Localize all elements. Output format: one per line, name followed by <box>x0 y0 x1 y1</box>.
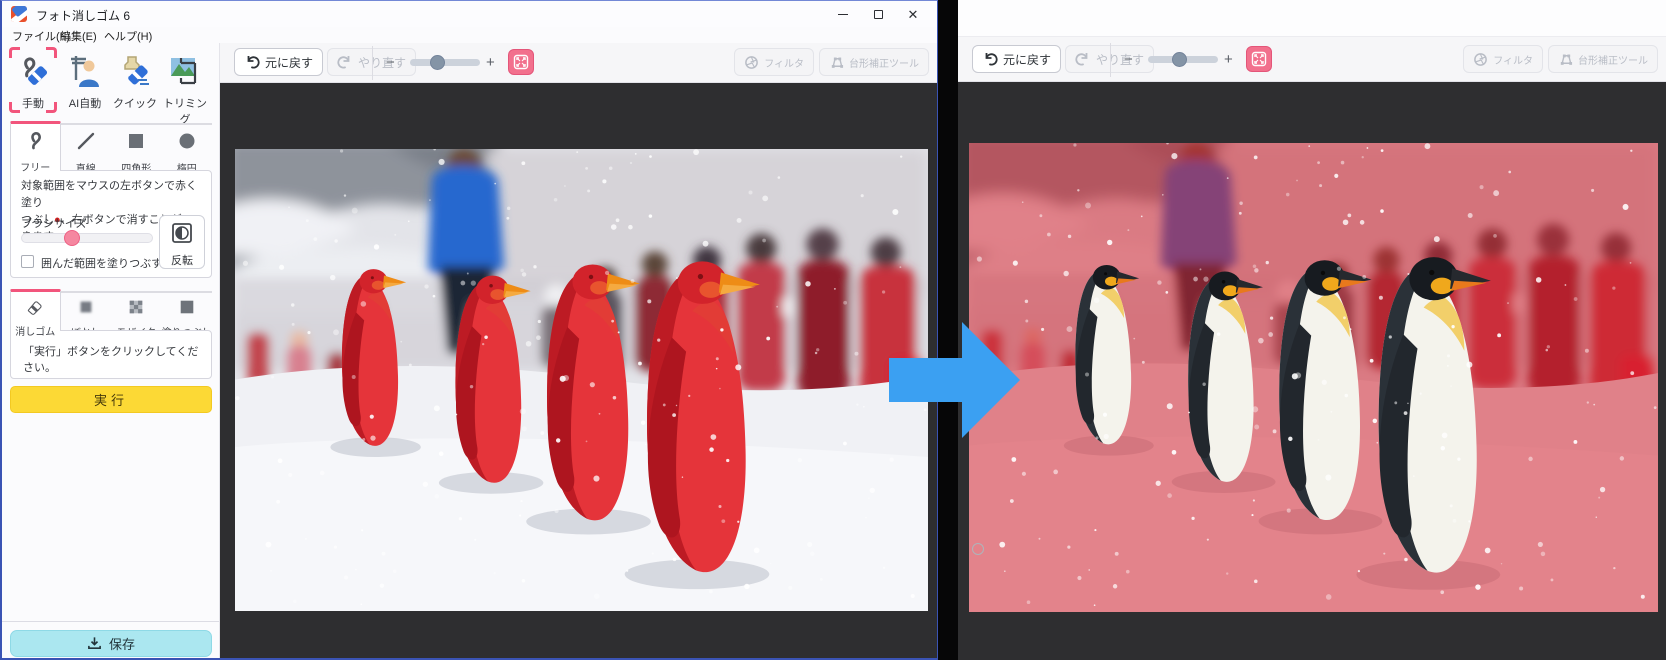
canvas-before[interactable] <box>220 83 937 658</box>
effect-tabs: 消しゴム ぼかし モザイク 塗りつぶし <box>10 289 212 331</box>
redo-icon <box>1075 51 1091 67</box>
fill-enclosed-label: 囲んだ範囲を塗りつぶす <box>41 255 162 271</box>
shape-tabs: フリー 直線 四角形 楕円 <box>10 121 212 171</box>
line-icon <box>76 130 96 152</box>
toolbar-divider <box>1110 43 1111 77</box>
rectangle-icon <box>126 130 146 152</box>
title-bar: フォト消しゴム 6 ✕ <box>2 1 937 27</box>
close-icon: ✕ <box>908 8 919 21</box>
zoom-out-button[interactable]: − <box>386 55 395 71</box>
brush-size-label: ブラシサイズ <box>21 215 86 231</box>
free-draw-icon <box>25 129 45 151</box>
ai-auto-icon <box>68 54 102 88</box>
undo-icon <box>982 51 998 67</box>
selection-corner <box>9 47 20 58</box>
keystone-tool-button[interactable]: 台形補正ツール <box>819 48 929 76</box>
tab-eraser[interactable]: 消しゴム <box>10 289 61 331</box>
save-download-icon <box>87 636 102 651</box>
tab-line[interactable]: 直線 <box>61 123 112 173</box>
blur-icon <box>76 298 96 316</box>
fit-view-button[interactable] <box>508 49 534 75</box>
zoom-slider-knob[interactable] <box>1172 52 1187 67</box>
ellipse-icon <box>177 130 197 152</box>
minimize-icon <box>838 14 848 15</box>
manual-eraser-icon <box>16 54 50 88</box>
maximize-button[interactable] <box>861 1 895 27</box>
execute-button[interactable]: 実行 <box>10 386 212 413</box>
filter-button[interactable]: フィルタ <box>734 48 814 76</box>
tool-sidebar: 手動 AI自動 クイック トリミング <box>2 43 220 658</box>
zoom-out-button-right[interactable]: − <box>1124 52 1133 68</box>
filter-icon <box>744 55 759 70</box>
transition-arrow <box>884 314 1026 446</box>
brush-size-slider[interactable] <box>21 233 153 243</box>
minimize-button[interactable] <box>826 1 860 27</box>
title-area-cropped <box>958 0 1666 36</box>
photo-after-inverted[interactable] <box>969 143 1658 612</box>
mode-manual[interactable]: 手動 <box>9 47 57 113</box>
tab-fill[interactable]: 塗りつぶし <box>162 291 213 333</box>
trim-icon <box>168 54 202 88</box>
tab-mosaic[interactable]: モザイク <box>111 291 162 333</box>
undo-icon <box>244 54 260 70</box>
top-toolbar-right: 元に戻す やり直す − + フィルタ 台形補正ツール <box>958 36 1666 82</box>
toolbar-divider <box>372 46 373 80</box>
undo-button-right[interactable]: 元に戻す <box>972 45 1061 73</box>
zoom-slider-knob[interactable] <box>430 55 445 70</box>
keystone-tool-button-right[interactable]: 台形補正ツール <box>1548 45 1658 73</box>
sidebar-divider <box>2 621 219 622</box>
app-window-after: 元に戻す やり直す − + フィルタ 台形補正ツール <box>958 0 1666 660</box>
menu-bar: ファイル(F) 編集(E) ヘルプ(H) <box>2 27 937 43</box>
zoom-in-button-right[interactable]: + <box>1224 52 1233 68</box>
mosaic-icon <box>126 298 146 316</box>
undo-button[interactable]: 元に戻す <box>234 48 323 76</box>
maximize-icon <box>874 10 883 19</box>
fill-icon <box>177 298 197 316</box>
zoom-slider-right[interactable] <box>1148 56 1218 63</box>
close-button[interactable]: ✕ <box>896 1 930 27</box>
menu-edit[interactable]: 編集(E) <box>60 28 97 44</box>
selection-corner <box>46 47 57 58</box>
fit-view-icon <box>1251 51 1267 67</box>
redo-icon <box>337 54 353 70</box>
tab-blur[interactable]: ぼかし <box>61 291 112 333</box>
zoom-in-button[interactable]: + <box>486 55 495 71</box>
selection-corner <box>9 102 20 113</box>
canvas-after[interactable] <box>958 82 1666 660</box>
app-window-before: フォト消しゴム 6 ✕ ファイル(F) 編集(E) ヘルプ(H) 元に戻す やり… <box>0 0 938 660</box>
paint-panel: 対象範囲をマウスの左ボタンで赤く塗り つぶし●、右ボタンで消すことができます。 … <box>10 170 212 278</box>
save-button[interactable]: 保存 <box>10 630 212 657</box>
mode-ai-auto[interactable]: AI自動 <box>61 47 109 113</box>
window-title: フォト消しゴム 6 <box>36 7 130 24</box>
fill-enclosed-checkbox[interactable] <box>21 255 34 268</box>
zoom-slider[interactable] <box>410 59 480 66</box>
tab-rectangle[interactable]: 四角形 <box>111 123 162 173</box>
trapezoid-icon <box>1558 52 1573 67</box>
tab-free[interactable]: フリー <box>10 121 61 171</box>
filter-icon <box>1473 52 1488 67</box>
trapezoid-icon <box>829 55 844 70</box>
top-toolbar: 元に戻す やり直す − + フィルタ 台形補正ツール <box>220 43 937 83</box>
brush-cursor <box>972 543 984 555</box>
invert-button[interactable]: 反転 <box>159 215 205 269</box>
app-icon <box>11 6 27 22</box>
menu-help[interactable]: ヘルプ(H) <box>104 28 152 44</box>
filter-button-right[interactable]: フィルタ <box>1463 45 1543 73</box>
mode-trim[interactable]: トリミング <box>161 47 209 113</box>
invert-icon <box>171 222 193 244</box>
selection-corner <box>46 102 57 113</box>
brush-size-knob[interactable] <box>64 230 80 246</box>
mode-quick[interactable]: クイック <box>111 47 159 113</box>
quick-icon <box>118 54 152 88</box>
fit-view-icon <box>513 54 529 70</box>
photo-before-marked[interactable] <box>235 149 928 611</box>
tab-ellipse[interactable]: 楕円 <box>162 123 213 173</box>
fit-view-button-right[interactable] <box>1246 46 1272 72</box>
eraser-icon <box>24 297 46 315</box>
